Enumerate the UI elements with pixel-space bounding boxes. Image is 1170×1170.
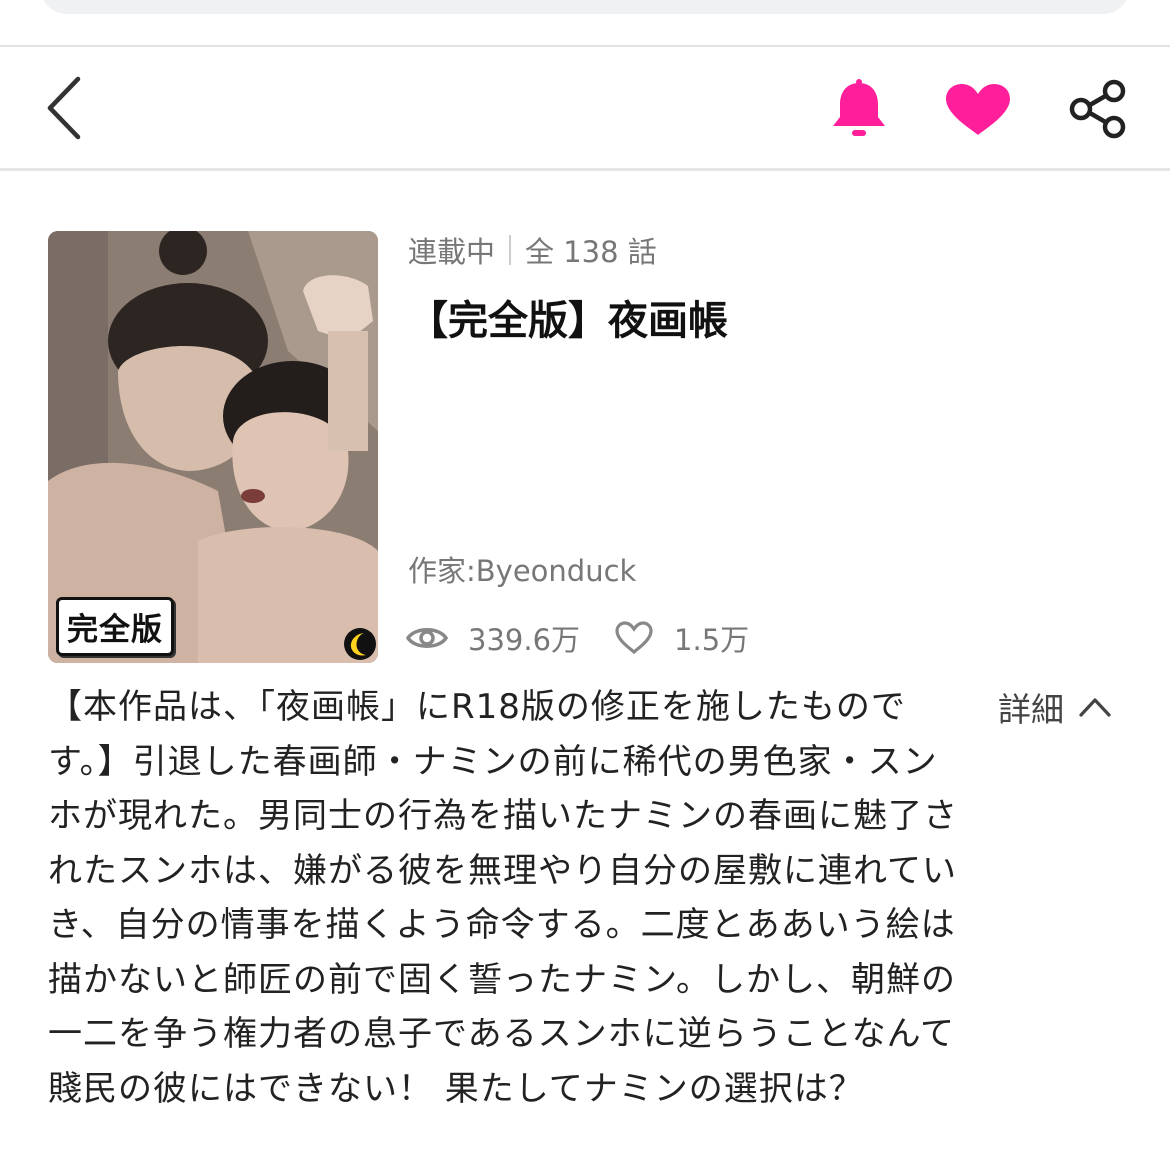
navigation-bar xyxy=(0,47,1170,169)
divider xyxy=(0,168,1170,171)
moon-icon xyxy=(344,628,376,660)
back-button[interactable] xyxy=(40,75,90,141)
episode-count: 全 138 話 xyxy=(525,235,657,269)
synopsis: 【本作品は、「夜画帳」にR18版の修正を施したものです。】引退した春画師・ナミン… xyxy=(48,687,958,1109)
cover-image[interactable]: 完全版 xyxy=(48,231,378,663)
details-toggle-button[interactable]: 詳細 xyxy=(998,682,1112,732)
separator xyxy=(509,235,512,265)
author-name[interactable]: 作家:Byeonduck xyxy=(408,548,636,590)
search-bar-partial[interactable] xyxy=(40,0,1130,14)
chevron-up-icon xyxy=(1079,698,1111,717)
eye-icon xyxy=(406,628,448,648)
details-label: 詳細 xyxy=(998,690,1064,729)
notification-button[interactable] xyxy=(828,77,890,141)
bell-icon xyxy=(833,79,885,136)
share-button[interactable] xyxy=(1066,79,1130,139)
work-title: 【完全版】夜画帳 xyxy=(408,298,728,344)
series-status: 連載中 全 138 話 xyxy=(408,228,657,272)
complete-edition-badge: 完全版 xyxy=(56,597,174,656)
chevron-left-icon xyxy=(47,76,81,140)
like-count: 1.5万 xyxy=(674,623,750,657)
share-icon xyxy=(1069,79,1126,139)
view-count: 339.6万 xyxy=(468,623,581,657)
heart-icon xyxy=(946,84,1010,135)
serialization-status: 連載中 xyxy=(408,235,496,269)
favorite-button[interactable] xyxy=(944,83,1012,137)
stats-row: 339.6万 1.5万 xyxy=(406,612,749,664)
heart-outline-icon xyxy=(615,621,653,655)
